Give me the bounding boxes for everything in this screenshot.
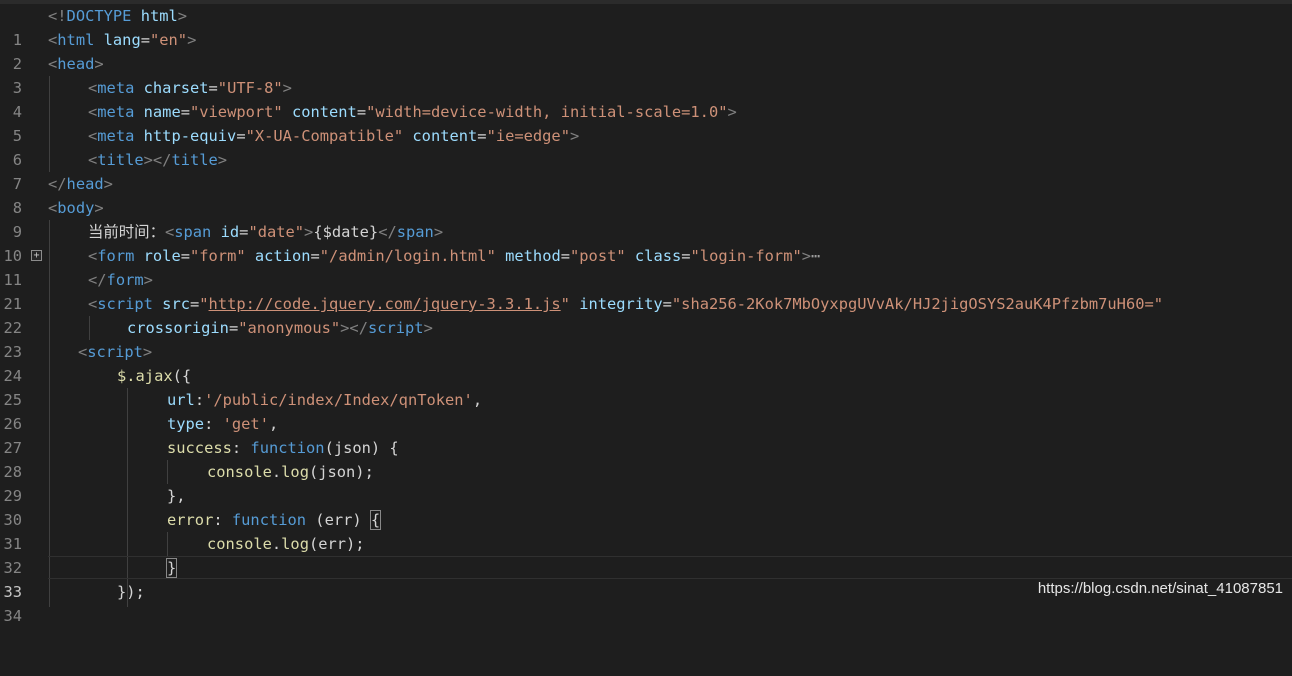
code-line[interactable]: 3 <head>	[0, 52, 1292, 97]
code-line[interactable]: 8 </head>	[0, 172, 1292, 217]
line-code: $.ajax({	[117, 367, 192, 385]
code-line-current[interactable]: 33 }	[0, 556, 1292, 601]
line-code: console.log(err);	[207, 535, 365, 553]
line-code: type: 'get',	[167, 415, 279, 433]
code-line[interactable]: 25 $.ajax({	[0, 364, 1292, 409]
code-line[interactable]: 24 <script>	[0, 340, 1292, 385]
code-line[interactable]: 1 <!DOCTYPE html>	[0, 4, 1292, 49]
code-line[interactable]: 5 <meta name="viewport" content="width=d…	[0, 100, 1292, 145]
code-line[interactable]: 7 <title></title>	[0, 148, 1292, 193]
line-code: <meta charset="UTF-8">	[88, 79, 292, 97]
line-code: <!DOCTYPE html>	[48, 7, 188, 25]
line-code: 当前时间：<span id="date">{$date}</span>	[88, 223, 444, 241]
line-code: <body>	[48, 199, 104, 217]
code-line[interactable]: 10 当前时间：<span id="date">{$date}</span>	[0, 220, 1292, 265]
line-code: </form>	[88, 271, 153, 289]
line-code: console.log(json);	[207, 463, 374, 481]
line-number: 34	[3, 607, 22, 625]
line-code: </head>	[48, 175, 113, 193]
code-line[interactable]: 2 <html lang="en">	[0, 28, 1292, 73]
line-code: error: function (err) {	[167, 510, 382, 530]
code-line[interactable]: 26 url:'/public/index/Index/qnToken',	[0, 388, 1292, 433]
code-line[interactable]: 27 type: 'get',	[0, 412, 1292, 457]
code-line[interactable]: 32 console.log(err);	[0, 532, 1292, 577]
line-code: crossorigin="anonymous"></script>	[127, 319, 433, 337]
line-code: <script>	[78, 343, 153, 361]
line-code: }	[165, 556, 178, 580]
line-code: url:'/public/index/Index/qnToken',	[167, 391, 483, 409]
code-line[interactable]: 31 error: function (err) {	[0, 508, 1292, 553]
line-code: },	[167, 487, 186, 505]
plus-box-icon[interactable]: +	[31, 250, 42, 261]
code-line[interactable]: 11 + <form role="form" action="/admin/lo…	[0, 244, 1292, 289]
line-code: <form role="form" action="/admin/login.h…	[88, 247, 821, 265]
code-line[interactable]: 28 success: function(json) {	[0, 436, 1292, 481]
code-line[interactable]: 6 <meta http-equiv="X-UA-Compatible" con…	[0, 124, 1292, 169]
code-line[interactable]: 30 },	[0, 484, 1292, 529]
code-line[interactable]: 22 <script src="http://code.jquery.com/j…	[0, 292, 1292, 337]
line-code: <meta http-equiv="X-UA-Compatible" conte…	[88, 127, 580, 145]
code-editor[interactable]: 1 <!DOCTYPE html> 2 <html lang="en"> 3 <…	[0, 0, 1292, 625]
code-line[interactable]: 4 <meta charset="UTF-8">	[0, 76, 1292, 121]
code-line[interactable]: 21 </form>	[0, 268, 1292, 313]
code-line[interactable]: 29 console.log(json);	[0, 460, 1292, 505]
code-line[interactable]: 23 crossorigin="anonymous"></script>	[0, 316, 1292, 361]
line-code: <script src="http://code.jquery.com/jque…	[88, 295, 1164, 313]
line-code: <html lang="en">	[48, 31, 197, 49]
matched-bracket: {	[369, 510, 382, 530]
folded-ellipsis: ⋯	[811, 247, 821, 265]
line-code: success: function(json) {	[167, 439, 399, 457]
code-line[interactable]: 9 <body>	[0, 196, 1292, 241]
line-code: <meta name="viewport" content="width=dev…	[88, 103, 737, 121]
jquery-link[interactable]: http://code.jquery.com/jquery-3.3.1.js	[209, 295, 561, 313]
matched-bracket: }	[165, 558, 178, 578]
watermark-url: https://blog.csdn.net/sinat_41087851	[1037, 580, 1283, 597]
line-code: <head>	[48, 55, 104, 73]
line-code: });	[117, 583, 145, 601]
line-code: <title></title>	[88, 151, 228, 169]
